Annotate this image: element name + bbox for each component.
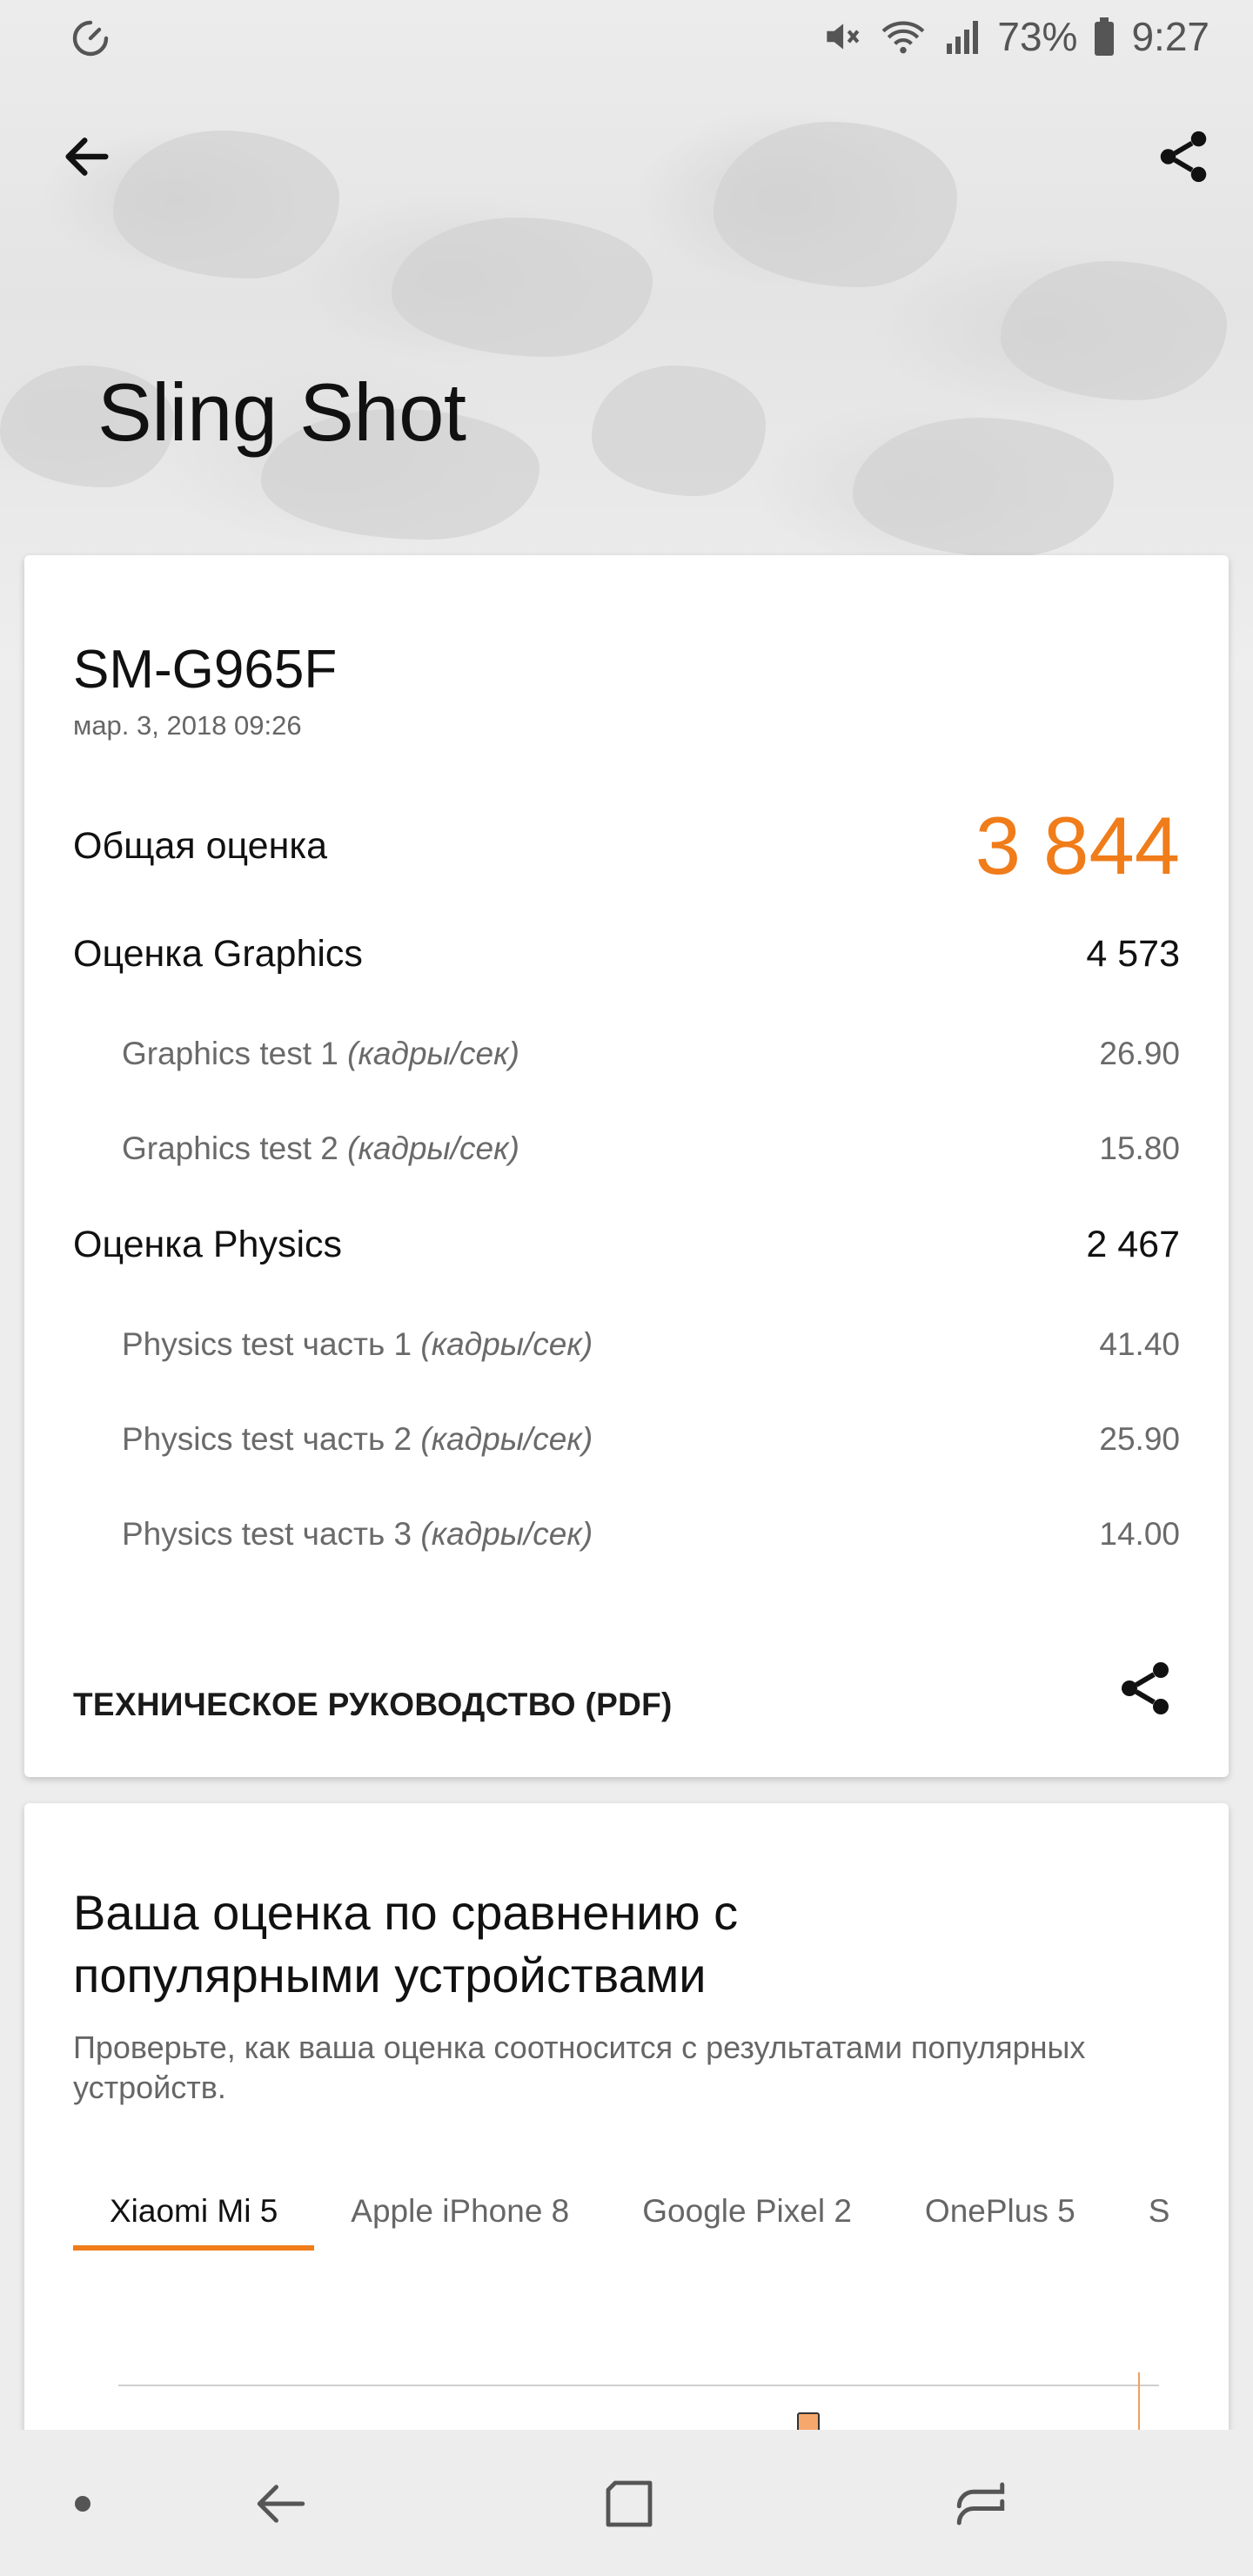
recent-apps-icon[interactable] bbox=[933, 2456, 1029, 2552]
total-score-label: Общая оценка bbox=[73, 824, 327, 867]
navigation-bar bbox=[0, 2430, 1253, 2576]
speedometer-icon bbox=[70, 16, 111, 57]
share-icon bbox=[1160, 131, 1207, 183]
physics-score-label: Оценка Physics bbox=[73, 1224, 343, 1265]
physics-score-value: 2 467 bbox=[1086, 1224, 1180, 1265]
device-tabs: Xiaomi Mi 5 Apple iPhone 8 Google Pixel … bbox=[73, 2186, 1180, 2273]
tab-apple-iphone-8[interactable]: Apple iPhone 8 bbox=[314, 2186, 606, 2273]
clock: 9:27 bbox=[1131, 14, 1209, 59]
status-bar: 73% 9:27 bbox=[0, 0, 1253, 73]
graphics-test-row: Graphics test 2 (кадры/сек) 15.80 bbox=[73, 1130, 1180, 1167]
battery-percent: 73% bbox=[997, 14, 1078, 59]
test-unit: (кадры/сек) bbox=[420, 1326, 593, 1362]
chart-axis-line bbox=[118, 2385, 1159, 2386]
share-button[interactable] bbox=[1140, 113, 1227, 200]
share-icon bbox=[1122, 1662, 1169, 1714]
physics-test-row: Physics test часть 1 (кадры/сек) 41.40 bbox=[73, 1326, 1180, 1363]
arrow-left-icon bbox=[65, 138, 109, 176]
compare-subtitle: Проверьте, как ваша оценка соотносится с… bbox=[73, 2029, 1086, 2105]
wifi-icon bbox=[879, 15, 928, 58]
test-label: Physics test часть 2 bbox=[122, 1421, 412, 1457]
back-nav-icon[interactable] bbox=[233, 2456, 329, 2552]
tab-google-pixel-2[interactable]: Google Pixel 2 bbox=[606, 2186, 888, 2273]
total-score-row: Общая оценка 3 844 bbox=[73, 799, 1180, 893]
test-value: 26.90 bbox=[1099, 1036, 1180, 1071]
physics-test-row: Physics test часть 2 (кадры/сек) 25.90 bbox=[73, 1421, 1180, 1458]
test-label: Physics test часть 1 bbox=[122, 1326, 412, 1362]
test-label: Graphics test 2 bbox=[122, 1130, 338, 1166]
device-name: SM-G965F bbox=[73, 640, 338, 700]
physics-test-row: Physics test часть 3 (кадры/сек) 14.00 bbox=[73, 1516, 1180, 1553]
page-title: Sling Shot bbox=[97, 366, 466, 458]
tab-oneplus-5[interactable]: OnePlus 5 bbox=[888, 2186, 1112, 2273]
dot-icon[interactable] bbox=[35, 2456, 131, 2552]
tech-guide-link[interactable]: ТЕХНИЧЕСКОЕ РУКОВОДСТВО (PDF) bbox=[73, 1687, 673, 1723]
home-nav-icon[interactable] bbox=[581, 2456, 677, 2552]
physics-score-row: Оценка Physics 2 467 bbox=[73, 1224, 1180, 1266]
total-score-value: 3 844 bbox=[975, 800, 1180, 891]
compare-card: Ваша оценка по сравнению с популярными у… bbox=[24, 1803, 1229, 2517]
graphics-test-row: Graphics test 1 (кадры/сек) 26.90 bbox=[73, 1036, 1180, 1072]
test-unit: (кадры/сек) bbox=[420, 1516, 593, 1552]
compare-title: Ваша оценка по сравнению с популярными у… bbox=[73, 1885, 739, 2002]
tab-xiaomi-mi-5[interactable]: Xiaomi Mi 5 bbox=[73, 2186, 315, 2273]
test-value: 14.00 bbox=[1099, 1516, 1180, 1552]
tab-next-device[interactable]: S bbox=[1112, 2186, 1180, 2273]
test-label: Physics test часть 3 bbox=[122, 1516, 412, 1552]
test-label: Graphics test 1 bbox=[122, 1036, 338, 1071]
back-button[interactable] bbox=[44, 113, 131, 200]
result-date: мар. 3, 2018 09:26 bbox=[73, 710, 302, 741]
result-card: SM-G965F мар. 3, 2018 09:26 Общая оценка… bbox=[24, 555, 1229, 1777]
test-unit: (кадры/сек) bbox=[420, 1421, 593, 1457]
signal-icon bbox=[943, 15, 982, 58]
graphics-score-label: Оценка Graphics bbox=[73, 933, 363, 975]
test-value: 25.90 bbox=[1099, 1421, 1180, 1457]
mute-icon bbox=[820, 15, 863, 58]
graphics-score-value: 4 573 bbox=[1086, 933, 1180, 975]
test-value: 41.40 bbox=[1099, 1326, 1180, 1362]
battery-icon bbox=[1093, 16, 1116, 57]
share-result-button[interactable] bbox=[1110, 1654, 1180, 1723]
test-unit: (кадры/сек) bbox=[347, 1130, 519, 1166]
test-unit: (кадры/сек) bbox=[347, 1036, 519, 1071]
graphics-score-row: Оценка Graphics 4 573 bbox=[73, 933, 1180, 976]
test-value: 15.80 bbox=[1099, 1130, 1180, 1166]
